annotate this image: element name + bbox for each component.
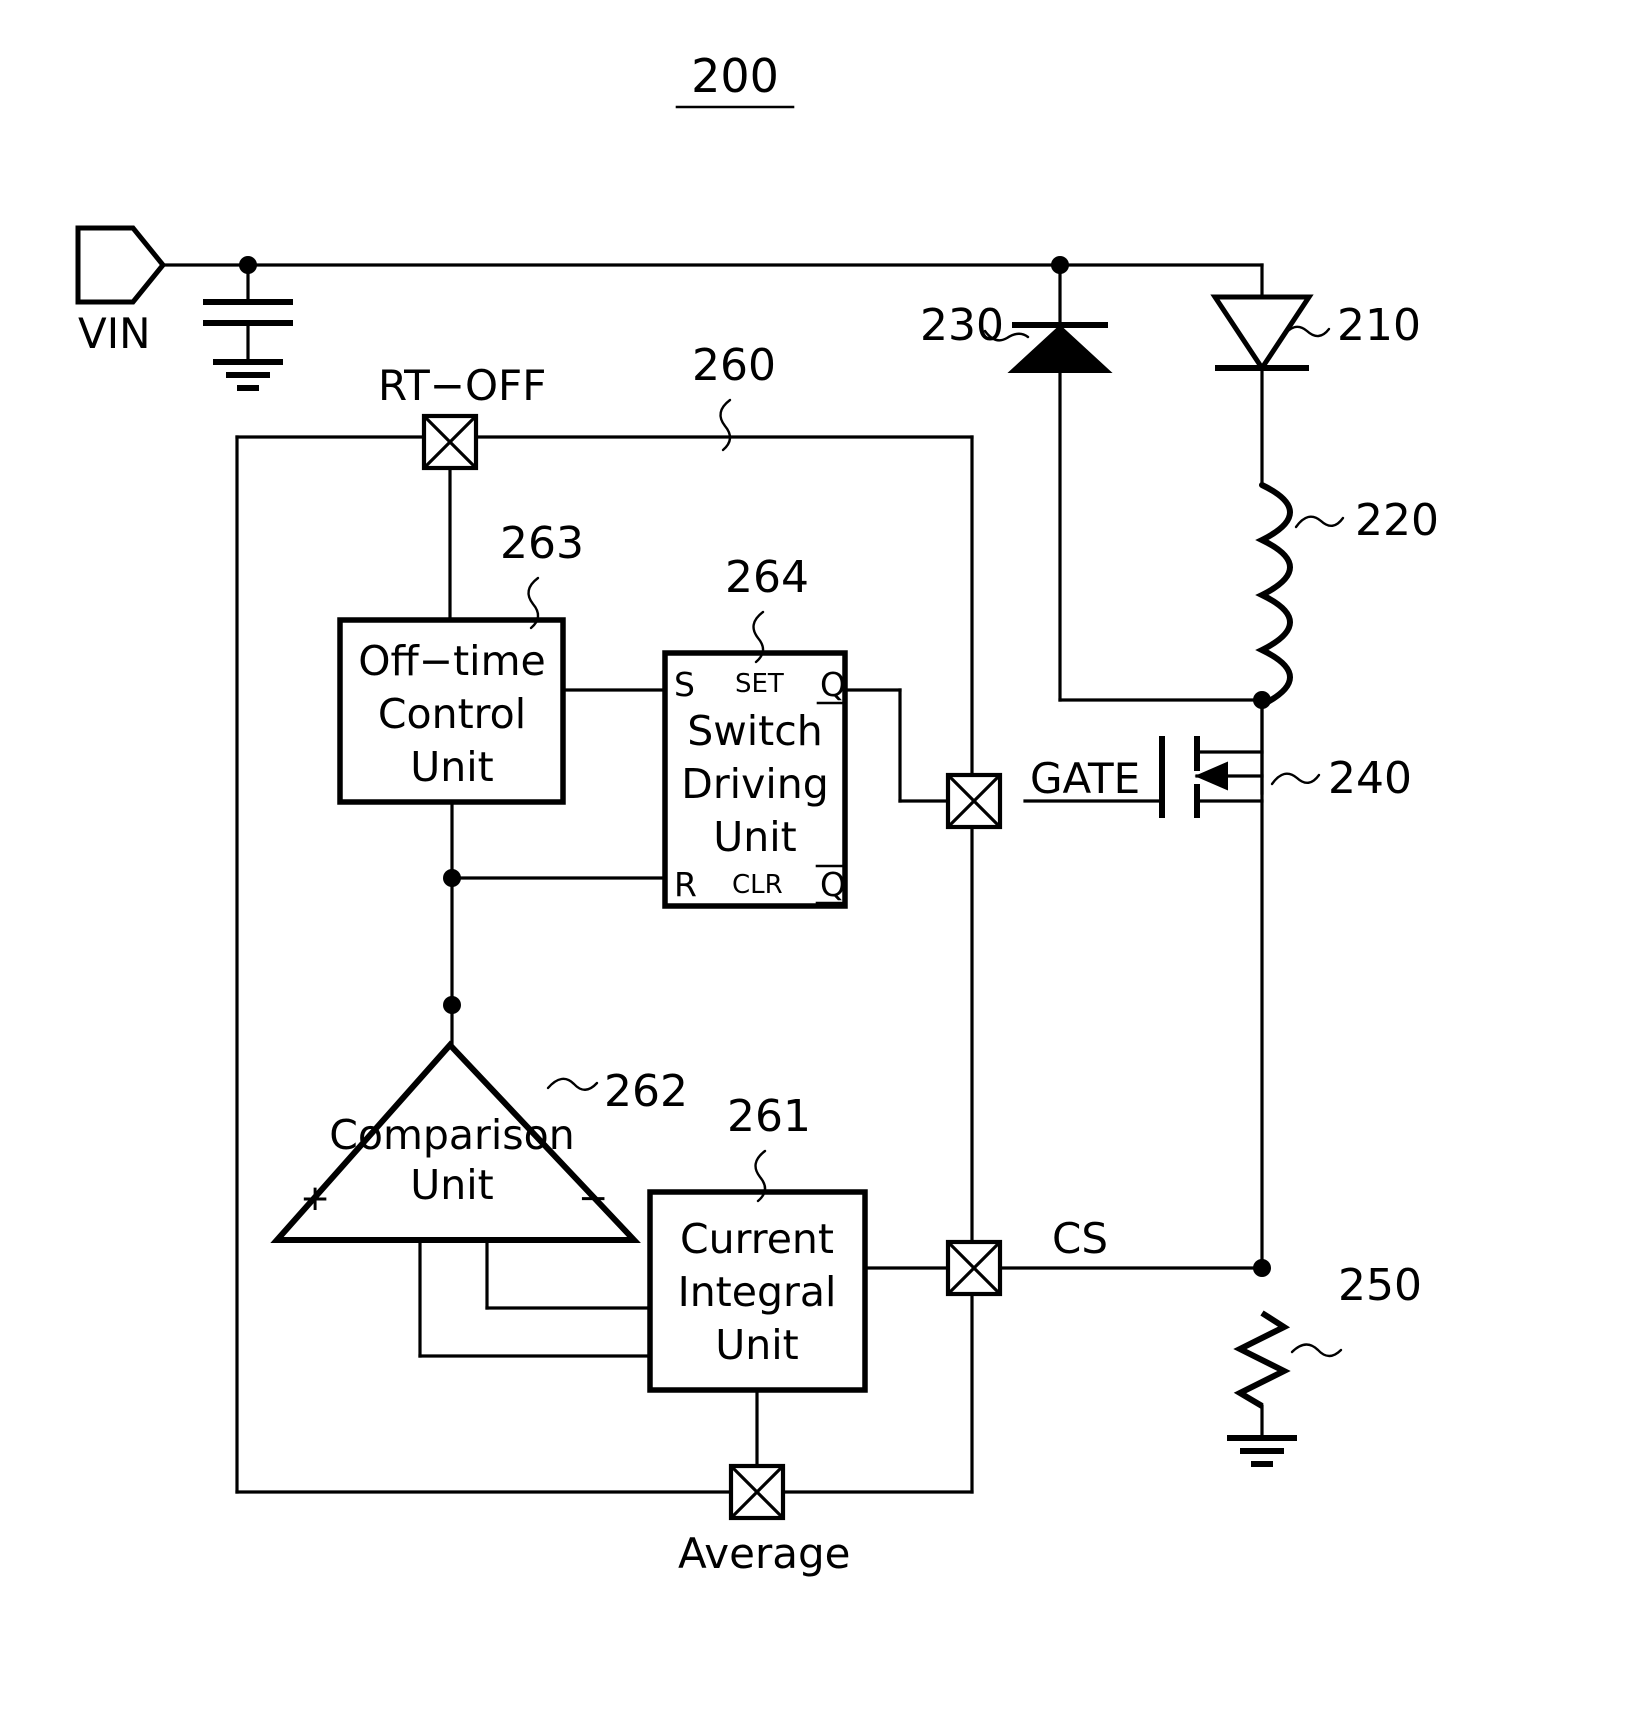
- ref-250: 250: [1338, 1260, 1422, 1311]
- gate-label: GATE: [1030, 754, 1140, 803]
- ref-262: 262: [604, 1066, 688, 1117]
- comparison-unit-minus: −: [578, 1178, 608, 1219]
- switch-driving-pin-clr: CLR: [732, 870, 783, 900]
- led-210-body: [1210, 294, 1314, 373]
- vin-label: VIN: [78, 309, 151, 358]
- current-integral-line-1: Current: [680, 1215, 834, 1263]
- switch-driving-pin-set: SET: [735, 669, 784, 699]
- current-integral-line-3: Unit: [715, 1321, 798, 1369]
- mosfet-240-body-arrow: [1194, 761, 1228, 791]
- circuit-schematic: 200 VIN 230 210 220 GATE 240 250 260 RT−…: [75, 49, 1439, 1578]
- comparison-unit-plus: +: [300, 1178, 330, 1219]
- patent-figure: 200 VIN 230 210 220 GATE 240 250 260 RT−…: [0, 0, 1626, 1716]
- ref-264: 264: [725, 552, 809, 603]
- leader-210: [1280, 325, 1331, 340]
- leader-220: [1294, 515, 1345, 529]
- off-time-control-line-2: Control: [378, 690, 526, 738]
- ref-230: 230: [920, 300, 1004, 351]
- switch-driving-pin-qbar: Q: [820, 865, 846, 904]
- leader-262: [546, 1077, 599, 1091]
- leader-250: [1290, 1343, 1343, 1358]
- switch-driving-line-2: Driving: [681, 760, 828, 808]
- average-label: Average: [678, 1529, 850, 1578]
- comparison-unit-line-1: Comparison: [329, 1111, 574, 1159]
- off-time-control-line-1: Off−time: [358, 637, 546, 685]
- switch-driving-line-1: Switch: [687, 707, 823, 755]
- leader-260: [719, 398, 732, 452]
- diode-230-body: [1007, 324, 1113, 373]
- switch-driving-pin-r: R: [674, 865, 697, 904]
- junction-dot-diode-230: [1051, 256, 1069, 274]
- ref-263: 263: [500, 518, 584, 569]
- current-integral-line-2: Integral: [678, 1268, 837, 1316]
- inductor-220-coils: [1255, 482, 1293, 708]
- junction-dot-reset: [443, 869, 461, 887]
- switch-driving-line-3: Unit: [713, 813, 796, 861]
- vin-terminal-symbol: [75, 225, 167, 305]
- ref-210: 210: [1337, 300, 1421, 351]
- junction-dot-vin: [239, 256, 257, 274]
- cs-label: CS: [1052, 1214, 1108, 1263]
- off-time-control-line-3: Unit: [410, 743, 493, 791]
- ref-261: 261: [727, 1091, 811, 1142]
- rt-off-label: RT−OFF: [378, 361, 546, 410]
- figure-number: 200: [691, 49, 779, 103]
- junction-dot-comparator-output: [443, 996, 461, 1014]
- ref-240: 240: [1328, 753, 1412, 804]
- ref-220: 220: [1355, 495, 1439, 546]
- comparison-unit-line-2: Unit: [410, 1161, 493, 1209]
- ref-260: 260: [692, 340, 776, 391]
- leader-240: [1270, 772, 1321, 786]
- resistor-250-zigzag: [1233, 1310, 1291, 1409]
- switch-driving-pin-q: Q: [820, 665, 846, 704]
- switch-driving-pin-s: S: [674, 665, 695, 704]
